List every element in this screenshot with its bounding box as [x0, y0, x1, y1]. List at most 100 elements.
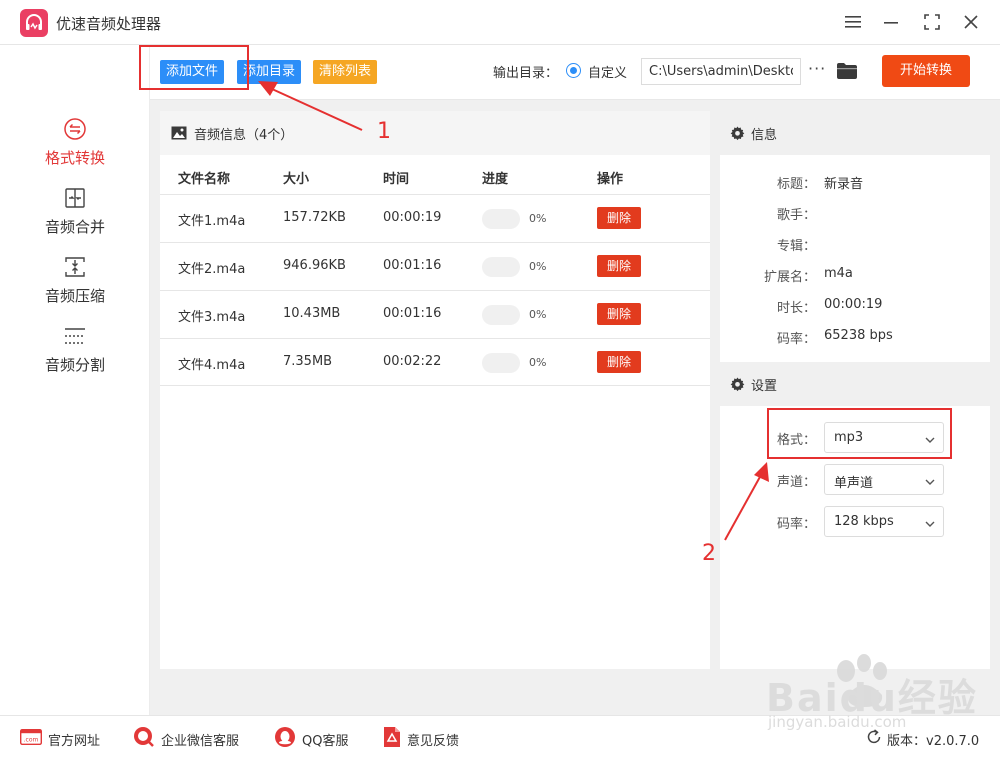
settings-section-header: 设置 [720, 362, 990, 406]
progress-percent: 0% [529, 212, 547, 225]
file-name: 文件1.m4a [178, 214, 246, 229]
toolbar: 添加文件 添加目录 清除列表 输出目录： 自定义 ··· 开始转换 [150, 45, 1000, 100]
progress-bar [482, 305, 520, 325]
column-header-progress: 进度 [482, 172, 509, 187]
custom-output-label: 自定义 [588, 66, 628, 81]
qq-support-link[interactable]: QQ客服 [274, 726, 349, 752]
gear-icon [730, 377, 745, 396]
column-header-size: 大小 [283, 172, 310, 187]
svg-text:.com: .com [24, 737, 39, 744]
bitrate-select[interactable]: 128 kbps [824, 506, 944, 537]
minimize-icon[interactable] [878, 10, 904, 34]
sidebar-item-label: 音频压缩 [44, 287, 105, 305]
output-path-input[interactable] [641, 58, 801, 85]
file-size: 157.72KB [283, 210, 346, 225]
file-duration: 00:00:19 [383, 210, 442, 225]
close-icon[interactable] [958, 10, 984, 34]
audio-list-title: 音频信息（4个） [194, 128, 294, 143]
sidebar-item-label: 音频合并 [44, 218, 105, 236]
file-size: 7.35MB [283, 354, 333, 369]
column-header-action: 操作 [597, 172, 624, 187]
column-header-name: 文件名称 [178, 172, 231, 187]
version-info[interactable]: 版本：v2.0.7.0 [866, 729, 979, 749]
channel-select[interactable]: 单声道 [824, 464, 944, 495]
feedback-label: 意见反馈 [407, 733, 460, 749]
more-options-button[interactable]: ··· [808, 59, 826, 78]
watermark-url: jingyan.baidu.com [768, 713, 907, 731]
sidebar-item-format-convert[interactable]: 格式转换 [0, 117, 150, 177]
website-icon: .com [19, 728, 43, 749]
official-website-link[interactable]: .com 官方网址 [19, 728, 101, 750]
table-row: 文件1.m4a 157.72KB 00:00:19 0% 删除 [160, 194, 710, 242]
file-size: 946.96KB [283, 258, 346, 273]
wechat-icon [133, 726, 155, 752]
file-name: 文件3.m4a [178, 310, 246, 325]
extension-value: m4a [824, 266, 853, 281]
gear-icon [730, 126, 745, 145]
info-section-header: 信息 [720, 111, 990, 155]
title-bar: 优速音频处理器 [0, 0, 1000, 45]
sidebar-item-audio-merge[interactable]: 音频合并 [0, 186, 150, 246]
annotation-box-2 [767, 408, 952, 459]
progress-percent: 0% [529, 356, 547, 369]
bitrate-select-value: 128 kbps [834, 514, 894, 529]
table-row: 文件3.m4a 10.43MB 00:01:16 0% 删除 [160, 290, 710, 338]
audio-split-icon [63, 324, 87, 348]
settings-section-title: 设置 [751, 379, 778, 394]
bitrate-info-label: 码率： [776, 332, 816, 347]
official-website-label: 官方网址 [48, 733, 101, 749]
folder-icon[interactable] [836, 62, 858, 84]
delete-button[interactable]: 删除 [597, 255, 641, 277]
clear-list-button[interactable]: 清除列表 [313, 60, 378, 84]
output-directory-label: 输出目录： [493, 66, 559, 81]
delete-button[interactable]: 删除 [597, 303, 641, 325]
progress-bar [482, 257, 520, 277]
file-size: 10.43MB [283, 306, 341, 321]
bitrate-label: 码率： [776, 517, 816, 532]
sidebar-item-audio-compress[interactable]: 音频压缩 [0, 255, 150, 315]
baidu-watermark: Baidu经验 jingyan.baidu.com [760, 645, 990, 731]
audio-compress-icon [63, 255, 87, 279]
audio-list-header: 音频信息（4个） [160, 111, 710, 155]
feedback-icon [383, 726, 401, 752]
info-section-title: 信息 [751, 128, 778, 143]
delete-button[interactable]: 删除 [597, 351, 641, 373]
audio-list-panel: 音频信息（4个） 文件名称 大小 时间 进度 操作 文件1.m4a 157.72… [160, 111, 710, 669]
file-name: 文件4.m4a [178, 358, 246, 373]
wechat-support-link[interactable]: 企业微信客服 [133, 726, 240, 752]
custom-output-radio[interactable] [566, 63, 581, 78]
annotation-box-1 [139, 45, 249, 90]
title-value: 新录音 [824, 177, 864, 192]
maximize-icon[interactable] [919, 10, 945, 34]
feedback-link[interactable]: 意见反馈 [383, 726, 460, 752]
format-convert-icon [63, 117, 87, 141]
chevron-down-icon [925, 517, 935, 532]
progress-percent: 0% [529, 308, 547, 321]
title-label: 标题： [776, 177, 816, 192]
progress-percent: 0% [529, 260, 547, 273]
chevron-down-icon [925, 475, 935, 490]
version-label: 版本：v2.0.7.0 [887, 733, 980, 749]
app-logo-icon [20, 9, 48, 37]
file-duration: 00:01:16 [383, 306, 442, 321]
file-name: 文件2.m4a [178, 262, 246, 277]
sidebar: 格式转换 音频合并 音频压缩 音频分割 [0, 45, 150, 715]
image-icon [171, 126, 187, 144]
annotation-number-2: 2 [702, 541, 716, 566]
menu-icon[interactable] [840, 10, 866, 34]
delete-button[interactable]: 删除 [597, 207, 641, 229]
extension-label: 扩展名： [763, 270, 816, 285]
qq-icon [274, 726, 296, 752]
progress-bar [482, 353, 520, 373]
duration-label: 时长： [776, 301, 816, 316]
column-header-time: 时间 [383, 172, 410, 187]
table-row: 文件4.m4a 7.35MB 00:02:22 0% 删除 [160, 338, 710, 386]
artist-label: 歌手： [776, 208, 816, 223]
refresh-icon [866, 729, 882, 749]
qq-support-label: QQ客服 [302, 733, 349, 749]
channel-label: 声道： [776, 475, 816, 490]
start-convert-button[interactable]: 开始转换 [882, 55, 970, 87]
wechat-support-label: 企业微信客服 [161, 733, 240, 749]
sidebar-item-audio-split[interactable]: 音频分割 [0, 324, 150, 384]
file-duration: 00:02:22 [383, 354, 442, 369]
